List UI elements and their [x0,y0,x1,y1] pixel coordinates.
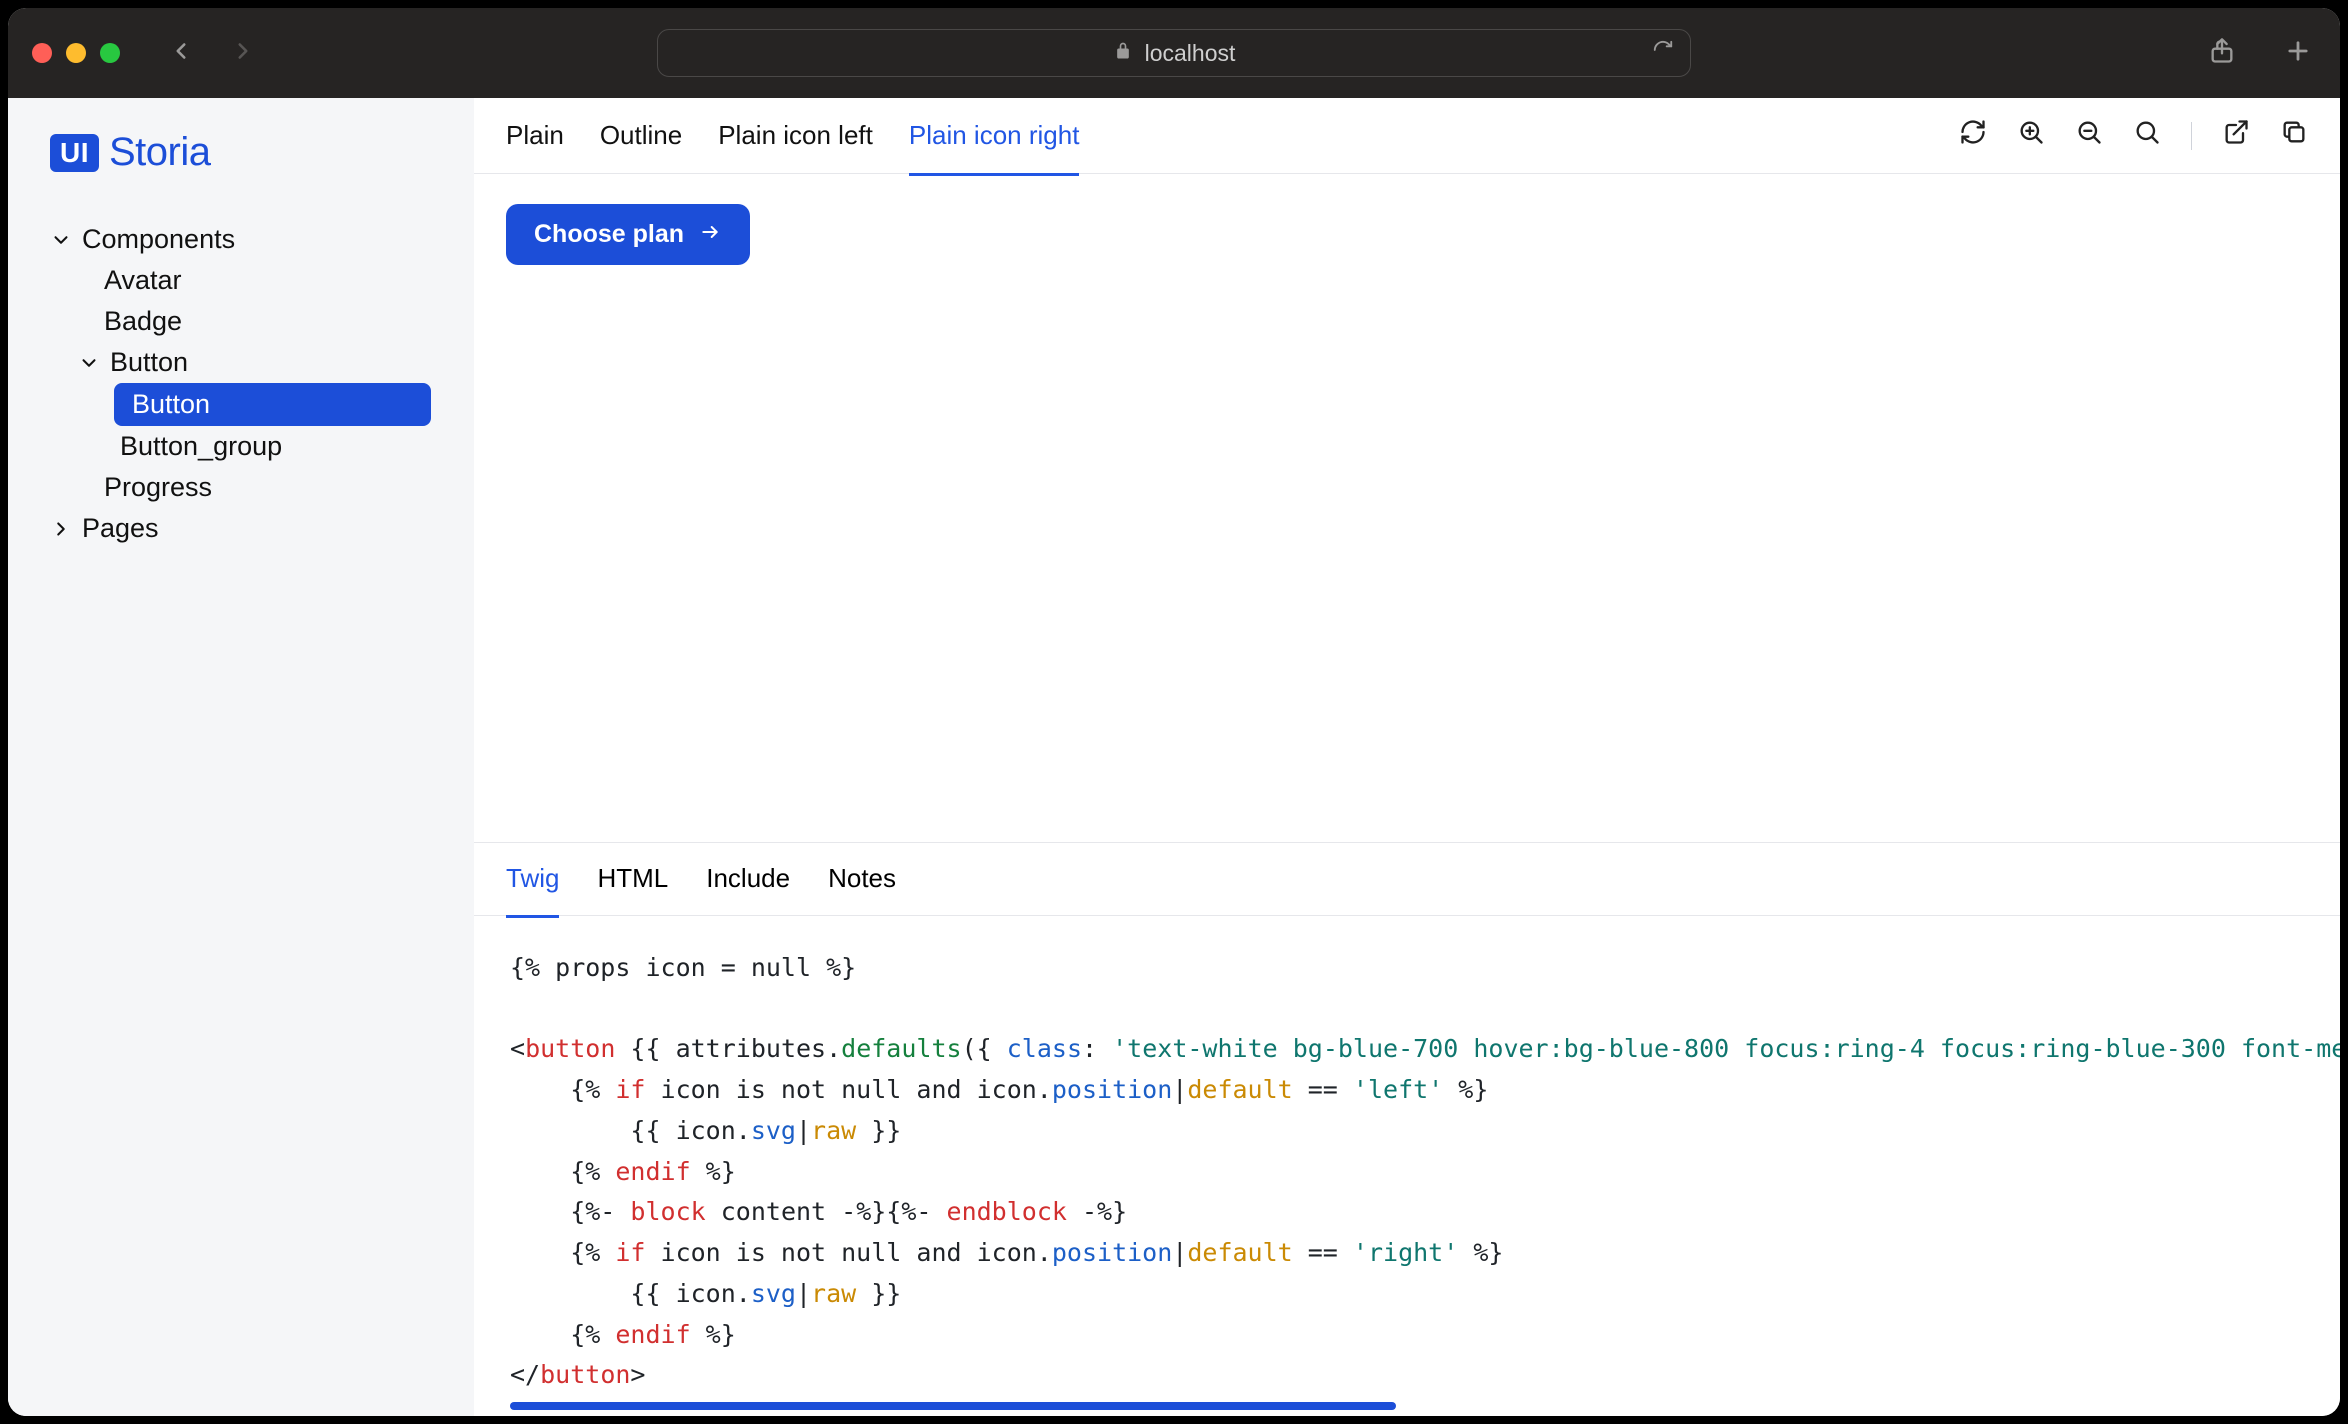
tab-plain-icon-left[interactable]: Plain icon left [718,98,873,173]
tree-components-label: Components [82,224,235,255]
logo[interactable]: UI Storia [50,130,431,175]
variant-toolbar [1959,118,2308,153]
lock-icon [1113,40,1133,67]
choose-plan-button[interactable]: Choose plan [506,204,750,265]
toolbar-divider [2191,122,2192,150]
tree-pages[interactable]: Pages [50,508,431,549]
url-text: localhost [1145,40,1236,67]
close-window-button[interactable] [32,43,52,63]
app-content: UI Storia Components Avatar Badge Button… [8,98,2340,1416]
chevron-down-icon [50,229,72,251]
tree-button-group-label: Button [110,347,188,378]
zoom-reset-button[interactable] [2133,118,2161,153]
tree-item-button-active[interactable]: Button [114,383,431,426]
main-panel: Plain Outline Plain icon left Plain icon… [474,98,2340,1416]
reload-button[interactable] [1652,39,1674,67]
code-pane[interactable]: {% props icon = null %} <button {{ attri… [474,916,2340,1416]
minimize-window-button[interactable] [66,43,86,63]
tree-item-badge[interactable]: Badge [74,301,431,342]
code-tab-twig[interactable]: Twig [506,842,559,918]
address-bar[interactable]: localhost [657,29,1691,77]
share-button[interactable] [2208,37,2236,70]
tab-plain[interactable]: Plain [506,98,564,173]
code-tab-notes[interactable]: Notes [828,842,896,915]
tree-components[interactable]: Components [50,219,431,260]
tab-outline[interactable]: Outline [600,98,682,173]
tree-item-avatar[interactable]: Avatar [74,260,431,301]
code-tabs: Twig HTML Include Notes [474,842,2340,916]
titlebar-actions [2208,37,2312,70]
tab-plain-icon-right[interactable]: Plain icon right [909,98,1080,176]
copy-button[interactable] [2280,118,2308,153]
new-tab-button[interactable] [2284,37,2312,70]
maximize-window-button[interactable] [100,43,120,63]
code-tab-include[interactable]: Include [706,842,790,915]
zoom-in-button[interactable] [2017,118,2045,153]
tree-item-progress[interactable]: Progress [74,467,431,508]
code-tab-html[interactable]: HTML [597,842,668,915]
chevron-down-icon [78,352,100,374]
forward-button[interactable] [230,38,256,69]
titlebar: localhost [8,8,2340,98]
variant-tabs: Plain Outline Plain icon left Plain icon… [474,98,2340,174]
window-controls [32,43,120,63]
logo-text: Storia [109,130,211,175]
back-button[interactable] [168,38,194,69]
preview-area: Choose plan [474,174,2340,842]
horizontal-scrollbar[interactable] [510,1402,1396,1410]
tree-pages-label: Pages [82,513,159,544]
sidebar: UI Storia Components Avatar Badge Button… [8,98,474,1416]
chevron-right-icon [50,518,72,540]
arrow-right-icon [698,220,722,249]
choose-plan-label: Choose plan [534,220,684,249]
logo-badge: UI [50,134,99,172]
tree-item-button-group-leaf[interactable]: Button_group [74,426,431,467]
refresh-preview-button[interactable] [1959,118,1987,153]
nav-arrows [168,38,256,69]
open-new-window-button[interactable] [2222,118,2250,153]
tree-item-button-group[interactable]: Button [74,342,431,383]
zoom-out-button[interactable] [2075,118,2103,153]
nav-tree: Components Avatar Badge Button Button Bu… [50,219,431,549]
browser-window: localhost UI Storia Components [8,8,2340,1416]
